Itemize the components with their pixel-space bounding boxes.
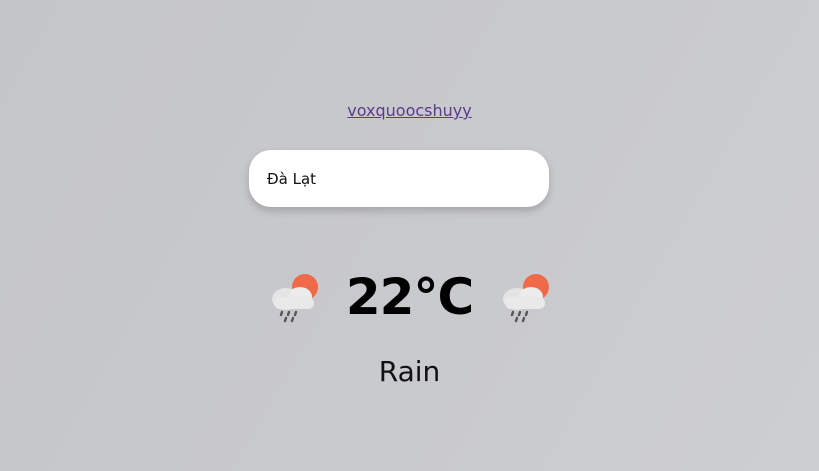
weather-condition: Rain (378, 355, 441, 388)
city-search-box (249, 150, 549, 207)
weather-summary: 22°C (0, 262, 819, 332)
temperature-value: 22°C (345, 268, 474, 326)
cloud-sun-rain-icon (503, 274, 550, 323)
author-link[interactable]: voxquoocshuyy (0, 101, 819, 120)
cloud-sun-rain-icon (271, 274, 318, 323)
city-search-input[interactable] (265, 168, 533, 189)
